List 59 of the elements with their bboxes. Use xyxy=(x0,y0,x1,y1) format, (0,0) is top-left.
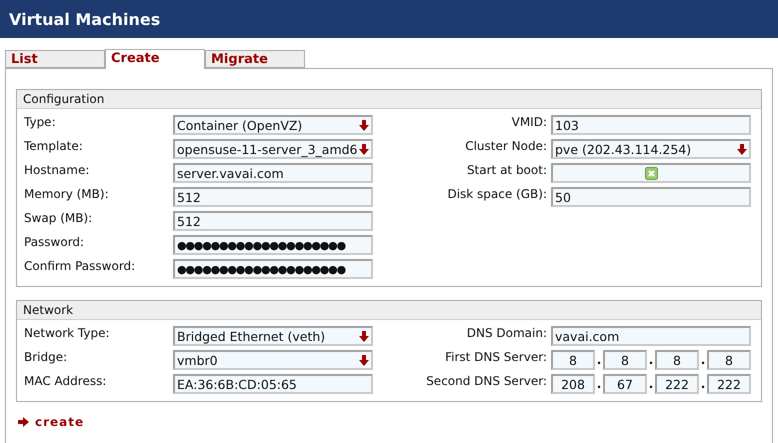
separator-dot: . xyxy=(700,377,706,391)
ip-octet-field[interactable]: 222 xyxy=(655,374,699,394)
dropdown[interactable]: vmbr0 xyxy=(173,350,373,370)
dropdown-arrow-icon xyxy=(359,144,369,154)
separator-dot: . xyxy=(596,353,602,367)
dropdown-arrow-icon xyxy=(359,120,369,130)
ip-octet-field[interactable]: 67 xyxy=(603,374,647,394)
field-label: Start at boot: xyxy=(466,163,548,177)
field-label: Memory (MB): xyxy=(24,187,110,201)
text-field[interactable]: server.vavai.com xyxy=(173,163,373,183)
page-title: Virtual Machines xyxy=(0,0,778,38)
checkbox[interactable] xyxy=(644,166,658,180)
ip-octet-field[interactable]: 8 xyxy=(655,350,699,370)
tab[interactable]: Migrate xyxy=(205,50,305,68)
tab[interactable]: List xyxy=(5,50,105,68)
field-label: MAC Address: xyxy=(24,374,108,388)
field-label: Second DNS Server: xyxy=(425,374,548,388)
field-label: Bridge: xyxy=(24,350,68,364)
separator-dot: . xyxy=(700,353,706,367)
create-link[interactable]: create xyxy=(18,415,84,429)
dropdown[interactable]: Container (OpenVZ) xyxy=(173,115,373,135)
text-field[interactable]: EA:36:6B:CD:05:65 xyxy=(173,374,373,394)
field-label: Password: xyxy=(24,235,86,249)
field-label: Cluster Node: xyxy=(464,139,548,153)
field-label: Network Type: xyxy=(24,326,111,340)
separator-dot: . xyxy=(648,377,654,391)
arrow-right-icon xyxy=(18,417,29,427)
password-field[interactable]: ●●●●●●●●●●●●●●●●●●●● xyxy=(173,259,373,279)
dropdown-arrow-icon xyxy=(359,330,369,342)
dropdown-arrow-icon xyxy=(359,354,369,366)
separator-dot: . xyxy=(596,377,602,391)
ip-octet-field[interactable]: 8 xyxy=(707,350,751,370)
field-label: Type: xyxy=(24,115,57,129)
ip-octet-field[interactable]: 8 xyxy=(603,350,647,370)
field-label: First DNS Server: xyxy=(444,350,548,364)
separator-dot: . xyxy=(648,353,654,367)
text-field[interactable]: 512 xyxy=(173,211,373,231)
password-field[interactable]: ●●●●●●●●●●●●●●●●●●●● xyxy=(173,235,373,255)
text-field[interactable]: 50 xyxy=(551,187,751,207)
field-label: Confirm Password: xyxy=(24,259,136,273)
section-title: Configuration xyxy=(17,90,761,109)
field-label: Swap (MB): xyxy=(24,211,94,225)
field-label: DNS Domain: xyxy=(466,326,548,340)
text-field[interactable]: 512 xyxy=(173,187,373,207)
tab[interactable]: Create xyxy=(105,49,205,69)
text-field[interactable]: vavai.com xyxy=(551,326,751,346)
field-label: Template: xyxy=(24,139,84,153)
dropdown[interactable]: Bridged Ethernet (veth) xyxy=(173,326,373,346)
field-label: Hostname: xyxy=(24,163,90,177)
field-label: VMID: xyxy=(510,115,548,129)
ip-octet-field[interactable]: 208 xyxy=(551,374,595,394)
dropdown-arrow-icon xyxy=(737,144,747,154)
ip-octet-field[interactable]: 8 xyxy=(551,350,595,370)
field-label: Disk space (GB): xyxy=(446,187,548,201)
section-title: Network xyxy=(17,301,761,320)
dropdown[interactable]: opensuse-11-server_3_amd6 xyxy=(173,139,373,159)
text-field[interactable]: 103 xyxy=(551,115,751,135)
dropdown[interactable]: pve (202.43.114.254) xyxy=(551,139,751,159)
ip-octet-field[interactable]: 222 xyxy=(707,374,751,394)
